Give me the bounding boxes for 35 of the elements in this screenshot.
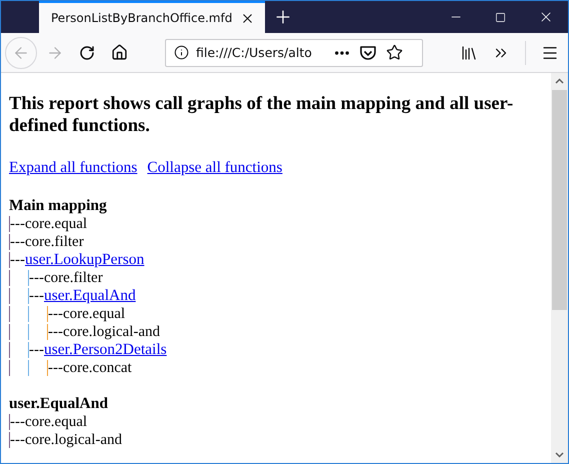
function-name: core.filter — [25, 233, 84, 251]
function-name: core.logical-and — [63, 323, 160, 341]
function-link[interactable]: user.EqualAnd — [44, 287, 136, 305]
info-icon[interactable] — [172, 44, 190, 62]
tab-title: PersonListByBranchOffice.mfd — [51, 11, 232, 25]
action-link[interactable]: Expand all functions — [9, 159, 138, 177]
function-name: core.equal — [63, 305, 126, 323]
branch-connector: --- — [9, 414, 25, 430]
action-link[interactable]: Collapse all functions — [147, 159, 282, 177]
section-title: Main mapping — [9, 197, 108, 215]
branch-connector: --- — [9, 216, 25, 232]
branch-connector: --- — [28, 342, 44, 358]
function-name: core.logical-and — [25, 431, 122, 449]
report-heading: This report shows call graphs of the main mapping and all user-defined functions. — [9, 93, 514, 137]
scrollbar[interactable] — [551, 73, 568, 463]
function-link[interactable]: user.Person2Details — [44, 341, 167, 359]
branch-connector: --- — [9, 234, 25, 250]
function-name: core.equal — [25, 413, 88, 431]
function-name: core.equal — [25, 215, 88, 233]
browser-tab[interactable]: PersonListByBranchOffice.mfd — [39, 1, 265, 33]
star-icon[interactable] — [384, 42, 404, 62]
function-link[interactable]: user.LookupPerson — [25, 251, 144, 269]
branch-connector: --- — [28, 270, 44, 286]
scroll-thumb[interactable] — [552, 90, 567, 310]
branch-connector: --- — [9, 252, 25, 268]
address-bar[interactable]: file:///C:/Users/alto — [165, 38, 423, 66]
branch-connector: --- — [9, 432, 25, 448]
function-name: core.concat — [63, 359, 132, 377]
branch-connector: --- — [47, 306, 63, 322]
branch-connector: --- — [28, 288, 44, 304]
url-text: file:///C:/Users/alto — [196, 45, 313, 60]
branch-connector: --- — [47, 360, 63, 376]
function-name: core.filter — [44, 269, 103, 287]
section-title: user.EqualAnd — [9, 395, 109, 413]
branch-connector: --- — [47, 324, 63, 340]
